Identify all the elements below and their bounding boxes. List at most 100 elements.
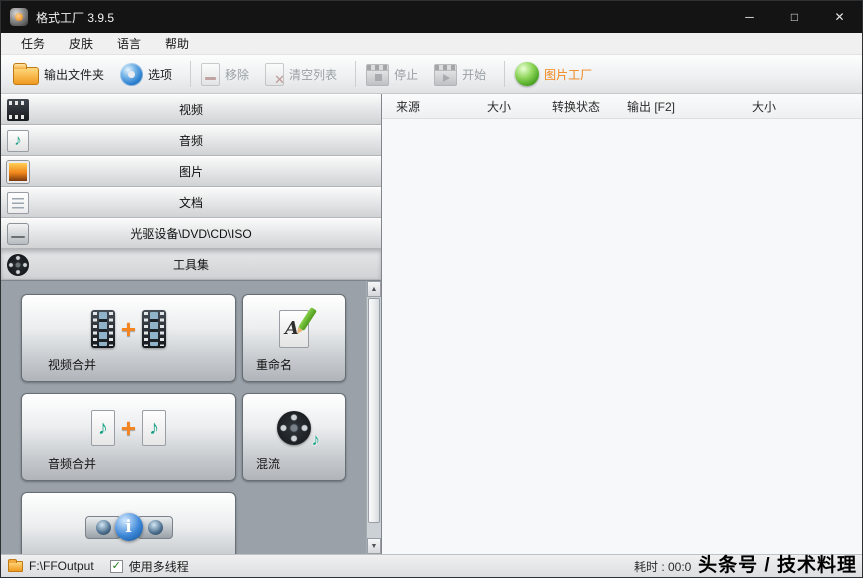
column-header-source[interactable]: 来源 [382,98,487,115]
file-list-panel: 来源 大小 转换状态 输出 [F2] 大小 [382,94,862,554]
stop-label: 停止 [394,66,418,83]
maximize-button[interactable]: □ [772,1,817,33]
window-title: 格式工厂 3.9.5 [36,9,114,26]
tool-button-video-merge[interactable]: 视频合并 [21,294,236,382]
picture-factory-button[interactable]: 图片工厂 [515,62,592,86]
watermark: 头条号 / 技术料理 [698,550,857,577]
options-label: 选项 [148,66,172,83]
film-strip-icon [91,310,115,348]
audio-icon [7,130,29,152]
tool-label: 重命名 [256,356,292,373]
info-icon [115,513,143,541]
sidebar-item-toolset[interactable]: 工具集 [1,249,381,280]
remove-icon [201,63,220,86]
column-header-status[interactable]: 转换状态 [552,98,627,115]
remove-label: 移除 [225,66,249,83]
start-icon [434,69,457,86]
output-folder-label: 输出文件夹 [44,66,104,83]
toolbar-separator [190,61,191,87]
tool-label: 音频合并 [48,455,96,472]
menubar: 任务 皮肤 语言 帮助 [1,33,862,55]
file-list-body[interactable] [382,119,862,554]
column-header-size-2[interactable]: 大小 [752,98,862,115]
main-area: 视频 音频 图片 文档 光驱设备\DVD\CD\ISO 工具集 [1,94,862,554]
music-note-icon [142,410,166,446]
menu-item-skin[interactable]: 皮肤 [57,33,105,54]
picture-icon [7,161,29,183]
document-icon [7,192,29,214]
sidebar-item-label: 文档 [1,194,381,211]
titlebar: 格式工厂 3.9.5 ─ □ ✕ [1,1,862,33]
menu-item-help[interactable]: 帮助 [153,33,201,54]
music-note-icon [91,410,115,446]
sidebar-item-video[interactable]: 视频 [1,94,381,125]
plus-icon [121,316,136,342]
audio-merge-icon [22,400,235,456]
sidebar-item-label: 图片 [1,163,381,180]
app-window: 格式工厂 3.9.5 ─ □ ✕ 任务 皮肤 语言 帮助 输出文件夹 选项 移除… [0,0,863,578]
options-button[interactable]: 选项 [120,63,172,86]
stop-button[interactable]: 停止 [366,63,418,86]
column-header-output[interactable]: 输出 [F2] [627,98,752,115]
output-folder-icon [13,67,39,85]
scroll-up-button[interactable] [367,281,381,297]
file-list-header: 来源 大小 转换状态 输出 [F2] 大小 [382,94,862,119]
toolbar: 输出文件夹 选项 移除 清空列表 停止 开始 图片工厂 [1,55,862,94]
output-path[interactable]: F:\FFOutput [29,559,94,573]
start-label: 开始 [462,66,486,83]
rename-icon [243,301,345,357]
disc-icon [7,223,29,245]
column-header-size[interactable]: 大小 [487,98,552,115]
toolset-icon [7,254,29,276]
document-page-icon [279,310,309,348]
multithread-label: 使用多线程 [129,558,189,575]
mux-icon [243,400,345,456]
tool-label: 混流 [256,455,280,472]
menu-item-tasks[interactable]: 任务 [9,33,57,54]
tool-button-mux[interactable]: 混流 [242,393,346,481]
multithread-checkbox[interactable] [110,560,123,573]
close-button[interactable]: ✕ [817,1,862,33]
tool-grid: 视频合并 重命名 [21,294,346,554]
tool-button-rename[interactable]: 重命名 [242,294,346,382]
toolbar-separator [355,61,356,87]
minimize-button[interactable]: ─ [727,1,772,33]
sidebar-item-label: 音频 [1,132,381,149]
picture-factory-label: 图片工厂 [544,66,592,83]
output-folder-button[interactable]: 输出文件夹 [13,63,104,85]
elapsed-time: 耗时 : 00:0 [634,558,691,575]
plus-icon [121,415,136,441]
clear-list-button[interactable]: 清空列表 [265,63,337,86]
sidebar-item-label: 光驱设备\DVD\CD\ISO [1,225,381,242]
toolset-panel: 视频合并 重命名 [1,280,381,554]
sidebar-item-document[interactable]: 文档 [1,187,381,218]
window-controls: ─ □ ✕ [727,1,862,33]
output-folder-small-icon [8,561,23,572]
stop-icon [366,69,389,86]
toolbar-separator [504,61,505,87]
sidebar-item-disc[interactable]: 光驱设备\DVD\CD\ISO [1,218,381,249]
media-info-icon [22,499,235,554]
tool-button-media-info[interactable] [21,492,236,554]
format-factory-icon [10,8,28,26]
start-button[interactable]: 开始 [434,63,486,86]
video-icon [7,99,29,121]
tool-label: 视频合并 [48,356,96,373]
tool-panel-scrollbar[interactable] [366,281,381,554]
sidebar: 视频 音频 图片 文档 光驱设备\DVD\CD\ISO 工具集 [1,94,382,554]
clear-list-label: 清空列表 [289,66,337,83]
tool-button-audio-merge[interactable]: 音频合并 [21,393,236,481]
scroll-down-button[interactable] [367,538,381,554]
sidebar-item-label: 视频 [1,101,381,118]
sidebar-item-picture[interactable]: 图片 [1,156,381,187]
film-strip-icon [142,310,166,348]
menu-item-language[interactable]: 语言 [105,33,153,54]
sidebar-item-audio[interactable]: 音频 [1,125,381,156]
sidebar-item-label: 工具集 [1,256,381,273]
remove-button[interactable]: 移除 [201,63,249,86]
scroll-thumb[interactable] [368,298,380,523]
video-merge-icon [22,301,235,357]
options-icon [120,63,143,86]
picture-factory-icon [515,62,539,86]
film-reel-icon [277,411,311,445]
